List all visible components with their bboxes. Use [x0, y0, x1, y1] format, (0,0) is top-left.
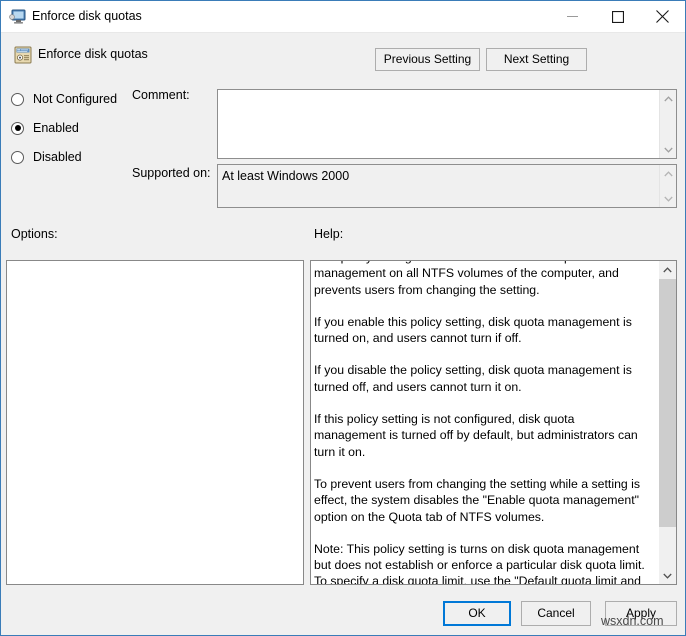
previous-setting-button[interactable]: Previous Setting	[375, 48, 480, 71]
chevron-down-icon[interactable]	[660, 190, 677, 207]
supported-on-scrollbar[interactable]	[659, 165, 676, 207]
close-icon[interactable]	[640, 1, 685, 32]
help-label: Help:	[314, 227, 344, 241]
comment-input[interactable]	[218, 90, 660, 158]
radio-enabled-indicator	[11, 121, 24, 135]
comment-box	[217, 89, 677, 159]
cancel-button[interactable]: Cancel	[521, 601, 591, 626]
supported-on-value: At least Windows 2000	[222, 169, 350, 183]
radio-disabled[interactable]: Disabled	[11, 148, 82, 166]
ok-button[interactable]: OK	[443, 601, 511, 626]
help-paragraph: Note: This policy setting is turns on di…	[314, 541, 645, 585]
radio-disabled-label: Disabled	[33, 150, 82, 164]
chevron-up-icon[interactable]	[660, 165, 677, 182]
chevron-up-icon[interactable]	[660, 90, 677, 107]
help-paragraph: This policy setting turns on and turns o…	[314, 261, 619, 297]
radio-not-configured-label: Not Configured	[33, 92, 118, 106]
supported-on-label: Supported on:	[132, 166, 211, 180]
minimize-icon[interactable]	[550, 1, 595, 32]
radio-enabled-label: Enabled	[33, 121, 79, 135]
radio-enabled[interactable]: Enabled	[11, 119, 79, 137]
maximize-icon[interactable]	[595, 1, 640, 32]
options-label: Options:	[11, 227, 58, 241]
help-scrollbar[interactable]	[659, 261, 676, 584]
help-paragraph: If this policy setting is not configured…	[314, 412, 638, 459]
footer-divider	[2, 595, 685, 596]
title-bar: Enforce disk quotas	[1, 1, 685, 33]
window-title: Enforce disk quotas	[32, 9, 142, 23]
help-scrollbar-thumb[interactable]	[659, 279, 676, 527]
watermark: wsxdn.com	[601, 614, 664, 628]
next-setting-button[interactable]: Next Setting	[486, 48, 587, 71]
radio-disabled-indicator	[11, 150, 24, 164]
help-paragraph: If you enable this policy setting, disk …	[314, 314, 632, 346]
supported-on-box: At least Windows 2000	[217, 164, 677, 208]
chevron-down-icon[interactable]	[660, 141, 677, 158]
policy-setting-icon	[14, 46, 32, 64]
radio-not-configured[interactable]: Not Configured	[11, 90, 117, 108]
setting-name: Enforce disk quotas	[38, 47, 148, 61]
help-paragraph: If you disable the policy setting, disk …	[314, 363, 632, 394]
chevron-up-icon[interactable]	[659, 261, 676, 278]
monitor-computer-icon	[9, 9, 26, 25]
comment-label: Comment:	[132, 88, 190, 102]
help-paragraph: To prevent users from changing the setti…	[314, 476, 641, 524]
options-panel[interactable]	[6, 260, 304, 585]
group-policy-setting-dialog: Enforce disk quotas Enforce disk quotas …	[0, 0, 686, 636]
help-panel[interactable]: This policy setting turns on and turns o…	[310, 260, 677, 585]
help-text: This policy setting turns on and turns o…	[314, 261, 646, 585]
comment-scrollbar[interactable]	[659, 90, 676, 158]
radio-not-configured-indicator	[11, 92, 24, 106]
chevron-down-icon[interactable]	[659, 567, 676, 584]
